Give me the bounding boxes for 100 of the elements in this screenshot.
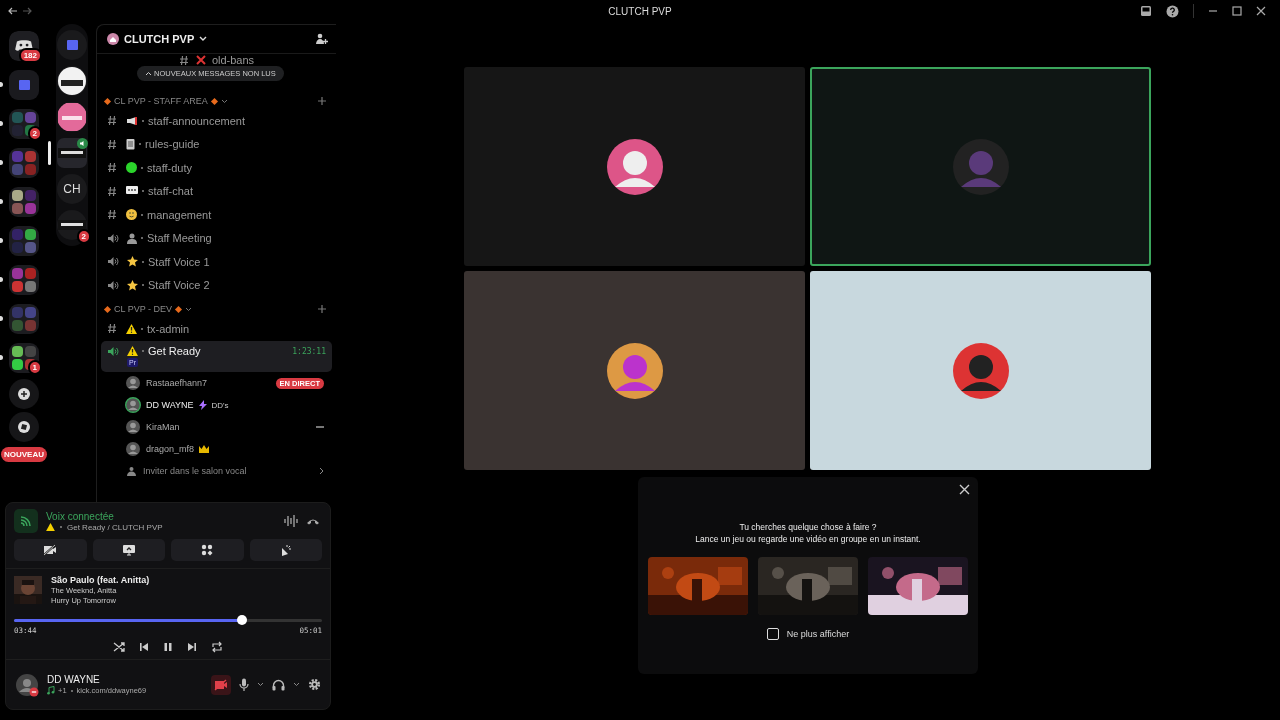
popup-subtitle: Lance un jeu ou regarde une vidéo en groupe en un instant.	[695, 533, 921, 545]
add-channel-icon[interactable]	[318, 305, 326, 313]
call-timer: 1:23:11	[292, 346, 326, 356]
close-icon[interactable]	[959, 484, 970, 495]
megaphone-icon	[126, 115, 138, 126]
video-tile[interactable]	[464, 67, 805, 266]
warning-icon	[126, 323, 137, 334]
voice-channel-location[interactable]: Get Ready / CLUTCH PVP	[67, 522, 163, 532]
add-server-icon[interactable]	[9, 378, 39, 409]
camera-off-button[interactable]	[14, 539, 87, 561]
channel-item[interactable]: staff-chat	[101, 179, 332, 203]
clipboard-icon	[126, 138, 135, 151]
window-title: CLUTCH PVP	[608, 5, 672, 17]
server-logo-icon[interactable]	[57, 138, 87, 168]
sound-wave-icon[interactable]	[284, 515, 298, 527]
member-name[interactable]: KiraMan	[146, 422, 180, 432]
speaker-icon	[77, 138, 88, 149]
music-note-icon	[47, 686, 55, 695]
invite-item[interactable]: Inviter dans le salon vocal	[101, 460, 332, 482]
category-name[interactable]: CL PVP - STAFF AREA	[114, 96, 208, 106]
maximize-icon[interactable]	[1232, 6, 1242, 16]
server-folder-icon[interactable]	[9, 186, 39, 217]
voice-status[interactable]: Voix connectée	[46, 510, 276, 522]
popup-title: Tu cherches quelque chose à faire ?	[739, 521, 877, 533]
speaker-icon	[107, 279, 119, 291]
lightning-icon	[198, 400, 207, 410]
selected-indicator	[48, 141, 51, 165]
category-name[interactable]: CL PVP - DEV	[114, 304, 173, 314]
person-icon	[127, 466, 136, 476]
camera-off-icon	[43, 544, 58, 556]
server-folder-icon[interactable]	[9, 225, 39, 256]
back-arrow-icon[interactable]	[8, 7, 18, 15]
member-name[interactable]: dragon_mf8	[146, 444, 195, 454]
folder-icon[interactable]	[9, 69, 39, 100]
server-logo-icon[interactable]	[57, 66, 87, 96]
server-folder-icon[interactable]	[9, 342, 39, 373]
person-icon	[127, 232, 137, 244]
microphone-icon[interactable]	[239, 677, 249, 692]
server-name[interactable]: CLUTCH PVP	[124, 33, 195, 45]
channel-item[interactable]: staff-duty	[101, 156, 332, 180]
compass-icon[interactable]	[9, 411, 39, 442]
thread-channel-icon	[178, 54, 190, 66]
settings-icon[interactable]	[308, 678, 321, 691]
server-folder-icon[interactable]	[9, 108, 39, 139]
previous-icon[interactable]	[139, 642, 149, 652]
channel-item[interactable]: Staff Meeting	[101, 226, 332, 250]
add-channel-icon[interactable]	[318, 97, 326, 105]
star-icon	[127, 279, 138, 291]
camera-toggle-button[interactable]	[211, 674, 231, 695]
folder-icon[interactable]	[57, 30, 87, 60]
video-tile[interactable]	[810, 67, 1151, 266]
channel-name[interactable]: old-bans	[211, 54, 255, 66]
forward-arrow-icon[interactable]	[22, 7, 32, 15]
shuffle-icon[interactable]	[113, 641, 125, 653]
channel-item[interactable]: Staff Voice 2	[101, 273, 332, 297]
checkbox-label[interactable]: Ne plus afficher	[786, 629, 850, 639]
video-tile[interactable]	[464, 271, 805, 470]
channel-item[interactable]: Staff Voice 1	[101, 250, 332, 274]
song-title: São Paulo (feat. Anitta)	[51, 575, 150, 585]
user-avatar	[604, 340, 665, 401]
soundboard-button[interactable]	[249, 539, 322, 561]
user-avatar	[950, 340, 1011, 401]
server-icon[interactable]: CH	[57, 174, 87, 204]
next-icon[interactable]	[187, 642, 197, 652]
server-logo-icon	[107, 33, 119, 45]
member-tag: DD's	[211, 400, 229, 410]
thread-channel-icon	[107, 185, 118, 197]
member-name[interactable]: Rastaaefhann7	[146, 378, 208, 388]
thread-channel-icon	[107, 209, 118, 221]
headphones-icon[interactable]	[272, 678, 285, 691]
thread-channel-icon	[107, 138, 118, 150]
channel-item[interactable]: staff-announcement	[101, 109, 332, 133]
user-avatar	[604, 136, 665, 197]
speech-bubble-icon	[126, 186, 138, 197]
channel-item[interactable]: tx-admin	[101, 317, 332, 341]
user-name: DD WAYNE	[47, 674, 101, 685]
repeat-icon[interactable]	[211, 641, 223, 653]
activities-button[interactable]	[171, 539, 244, 561]
new-badge[interactable]: NOUVEAU	[1, 447, 47, 462]
server-logo-icon[interactable]	[57, 210, 87, 240]
server-logo-icon[interactable]	[57, 102, 87, 132]
channel-item[interactable]: management	[101, 203, 332, 227]
video-tile[interactable]	[810, 271, 1151, 470]
pause-icon[interactable]	[163, 642, 173, 652]
member-name[interactable]: DD WAYNE	[146, 400, 194, 410]
user-avatar	[950, 136, 1011, 197]
channel-item[interactable]: rules-guide	[101, 132, 332, 156]
server-folder-icon[interactable]	[9, 264, 39, 295]
screen-share-button[interactable]	[92, 539, 165, 561]
star-icon	[127, 256, 138, 268]
help-icon[interactable]	[1166, 4, 1179, 18]
hang-up-icon[interactable]	[306, 517, 320, 525]
checkbox[interactable]	[766, 628, 779, 640]
warning-icon	[46, 523, 55, 531]
add-member-icon[interactable]	[315, 33, 328, 45]
close-icon[interactable]	[1256, 6, 1266, 16]
inbox-icon[interactable]	[1140, 5, 1152, 17]
thread-channel-icon	[107, 115, 118, 127]
chevron-right-icon	[319, 467, 324, 475]
user-avatar[interactable]	[15, 672, 39, 697]
